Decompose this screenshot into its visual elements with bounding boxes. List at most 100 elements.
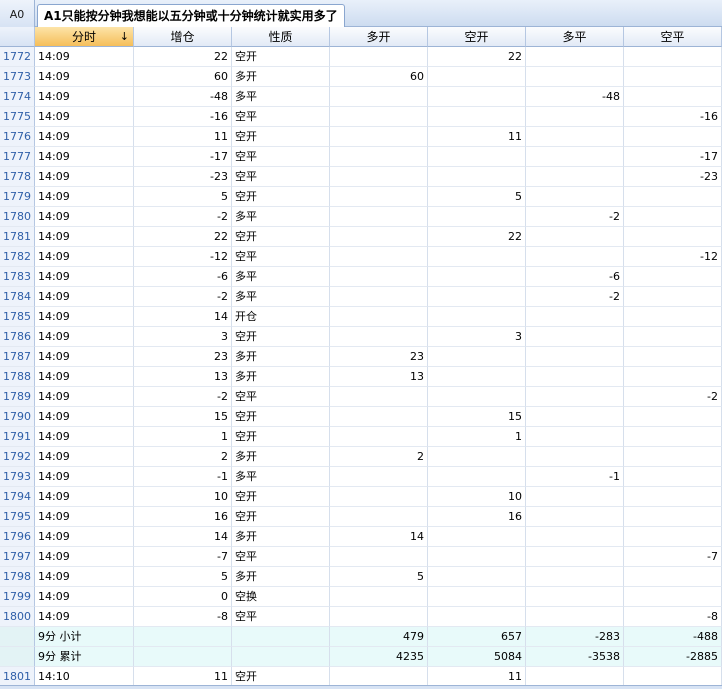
cell-nature[interactable]: 多平 [232, 467, 330, 487]
cell-nature[interactable]: 空平 [232, 387, 330, 407]
cell-long-close[interactable] [526, 567, 624, 587]
cell-short-open[interactable] [428, 267, 526, 287]
cell-short-open[interactable] [428, 367, 526, 387]
column-header-time[interactable]: 分时 ↓ [35, 27, 134, 47]
cell-time[interactable]: 14:09 [35, 447, 134, 467]
cell-nature[interactable]: 多平 [232, 267, 330, 287]
cell-short-close[interactable] [624, 407, 722, 427]
cell-short-open[interactable] [428, 347, 526, 367]
cell-nature[interactable]: 多开 [232, 347, 330, 367]
cell-short-close[interactable] [624, 347, 722, 367]
cell-nature[interactable]: 空平 [232, 147, 330, 167]
cell-time[interactable]: 14:09 [35, 47, 134, 67]
cell-short-open[interactable] [428, 167, 526, 187]
cell-long-open[interactable] [330, 587, 428, 607]
cell-long-close[interactable] [526, 107, 624, 127]
cell-short-close[interactable]: -488 [624, 627, 722, 647]
cell-short-open[interactable]: 22 [428, 47, 526, 67]
column-header-long-open[interactable]: 多开 [330, 27, 428, 47]
cell-delta[interactable]: -17 [134, 147, 232, 167]
cell-delta[interactable] [134, 647, 232, 667]
cell-reference-box[interactable]: A0 [0, 0, 35, 27]
cell-delta[interactable]: 16 [134, 507, 232, 527]
row-number[interactable]: 1783 [0, 267, 35, 287]
cell-delta[interactable]: -8 [134, 607, 232, 627]
cell-delta[interactable] [134, 627, 232, 647]
row-number[interactable]: 1782 [0, 247, 35, 267]
cell-nature[interactable]: 多平 [232, 87, 330, 107]
cell-long-open[interactable]: 60 [330, 67, 428, 87]
cell-short-close[interactable] [624, 67, 722, 87]
cell-long-open[interactable] [330, 87, 428, 107]
row-number[interactable]: 1797 [0, 547, 35, 567]
cell-short-open[interactable] [428, 387, 526, 407]
cell-long-close[interactable] [526, 427, 624, 447]
cell-long-close[interactable] [526, 507, 624, 527]
row-number[interactable]: 1792 [0, 447, 35, 467]
cell-nature[interactable]: 多开 [232, 567, 330, 587]
cell-short-close[interactable] [624, 47, 722, 67]
cell-short-open[interactable]: 15 [428, 407, 526, 427]
cell-long-close[interactable] [526, 407, 624, 427]
cell-long-open[interactable] [330, 507, 428, 527]
cell-nature[interactable]: 多平 [232, 287, 330, 307]
row-number[interactable]: 1778 [0, 167, 35, 187]
cell-long-close[interactable]: -1 [526, 467, 624, 487]
cell-time[interactable]: 14:09 [35, 567, 134, 587]
cell-long-close[interactable] [526, 667, 624, 687]
cell-long-close[interactable] [526, 47, 624, 67]
cell-time[interactable]: 14:09 [35, 127, 134, 147]
cell-short-close[interactable] [624, 207, 722, 227]
cell-delta[interactable]: -6 [134, 267, 232, 287]
cell-time[interactable]: 14:09 [35, 247, 134, 267]
cell-long-close[interactable] [526, 167, 624, 187]
row-number[interactable]: 1785 [0, 307, 35, 327]
cell-delta[interactable]: 22 [134, 47, 232, 67]
cell-nature[interactable] [232, 647, 330, 667]
cell-nature[interactable]: 空开 [232, 407, 330, 427]
cell-nature[interactable]: 空开 [232, 507, 330, 527]
cell-short-close[interactable] [624, 587, 722, 607]
cell-long-close[interactable]: -48 [526, 87, 624, 107]
cell-time[interactable]: 14:09 [35, 507, 134, 527]
cell-short-open[interactable]: 22 [428, 227, 526, 247]
row-number[interactable]: 1800 [0, 607, 35, 627]
cell-delta[interactable]: 11 [134, 127, 232, 147]
cell-short-open[interactable] [428, 527, 526, 547]
cell-long-close[interactable] [526, 607, 624, 627]
cell-nature[interactable]: 空平 [232, 167, 330, 187]
cell-time[interactable]: 14:09 [35, 547, 134, 567]
cell-long-close[interactable] [526, 247, 624, 267]
cell-nature[interactable]: 空平 [232, 547, 330, 567]
cell-nature[interactable]: 多平 [232, 207, 330, 227]
cell-long-close[interactable] [526, 587, 624, 607]
cell-nature[interactable]: 空开 [232, 487, 330, 507]
cell-time[interactable]: 14:09 [35, 287, 134, 307]
cell-long-close[interactable] [526, 147, 624, 167]
cell-delta[interactable]: -2 [134, 287, 232, 307]
cell-nature[interactable]: 空开 [232, 47, 330, 67]
cell-long-close[interactable] [526, 387, 624, 407]
cell-nature[interactable]: 空换 [232, 587, 330, 607]
cell-long-open[interactable] [330, 307, 428, 327]
cell-long-open[interactable]: 4235 [330, 647, 428, 667]
cell-time[interactable]: 14:09 [35, 107, 134, 127]
cell-long-open[interactable] [330, 207, 428, 227]
cell-long-open[interactable] [330, 407, 428, 427]
cell-nature[interactable]: 空平 [232, 247, 330, 267]
cell-short-close[interactable] [624, 487, 722, 507]
cell-delta[interactable]: 0 [134, 587, 232, 607]
cell-time[interactable]: 14:09 [35, 307, 134, 327]
cell-long-open[interactable] [330, 47, 428, 67]
cell-short-open[interactable] [428, 307, 526, 327]
cell-long-open[interactable] [330, 247, 428, 267]
cell-time[interactable]: 14:09 [35, 487, 134, 507]
cell-short-open[interactable]: 10 [428, 487, 526, 507]
column-header-short-close[interactable]: 空平 [624, 27, 722, 47]
cell-short-open[interactable] [428, 207, 526, 227]
column-header-nature[interactable]: 性质 [232, 27, 330, 47]
row-number[interactable]: 1795 [0, 507, 35, 527]
cell-time[interactable]: 9分 小计 [35, 627, 134, 647]
cell-short-close[interactable] [624, 527, 722, 547]
cell-nature[interactable]: 空开 [232, 227, 330, 247]
